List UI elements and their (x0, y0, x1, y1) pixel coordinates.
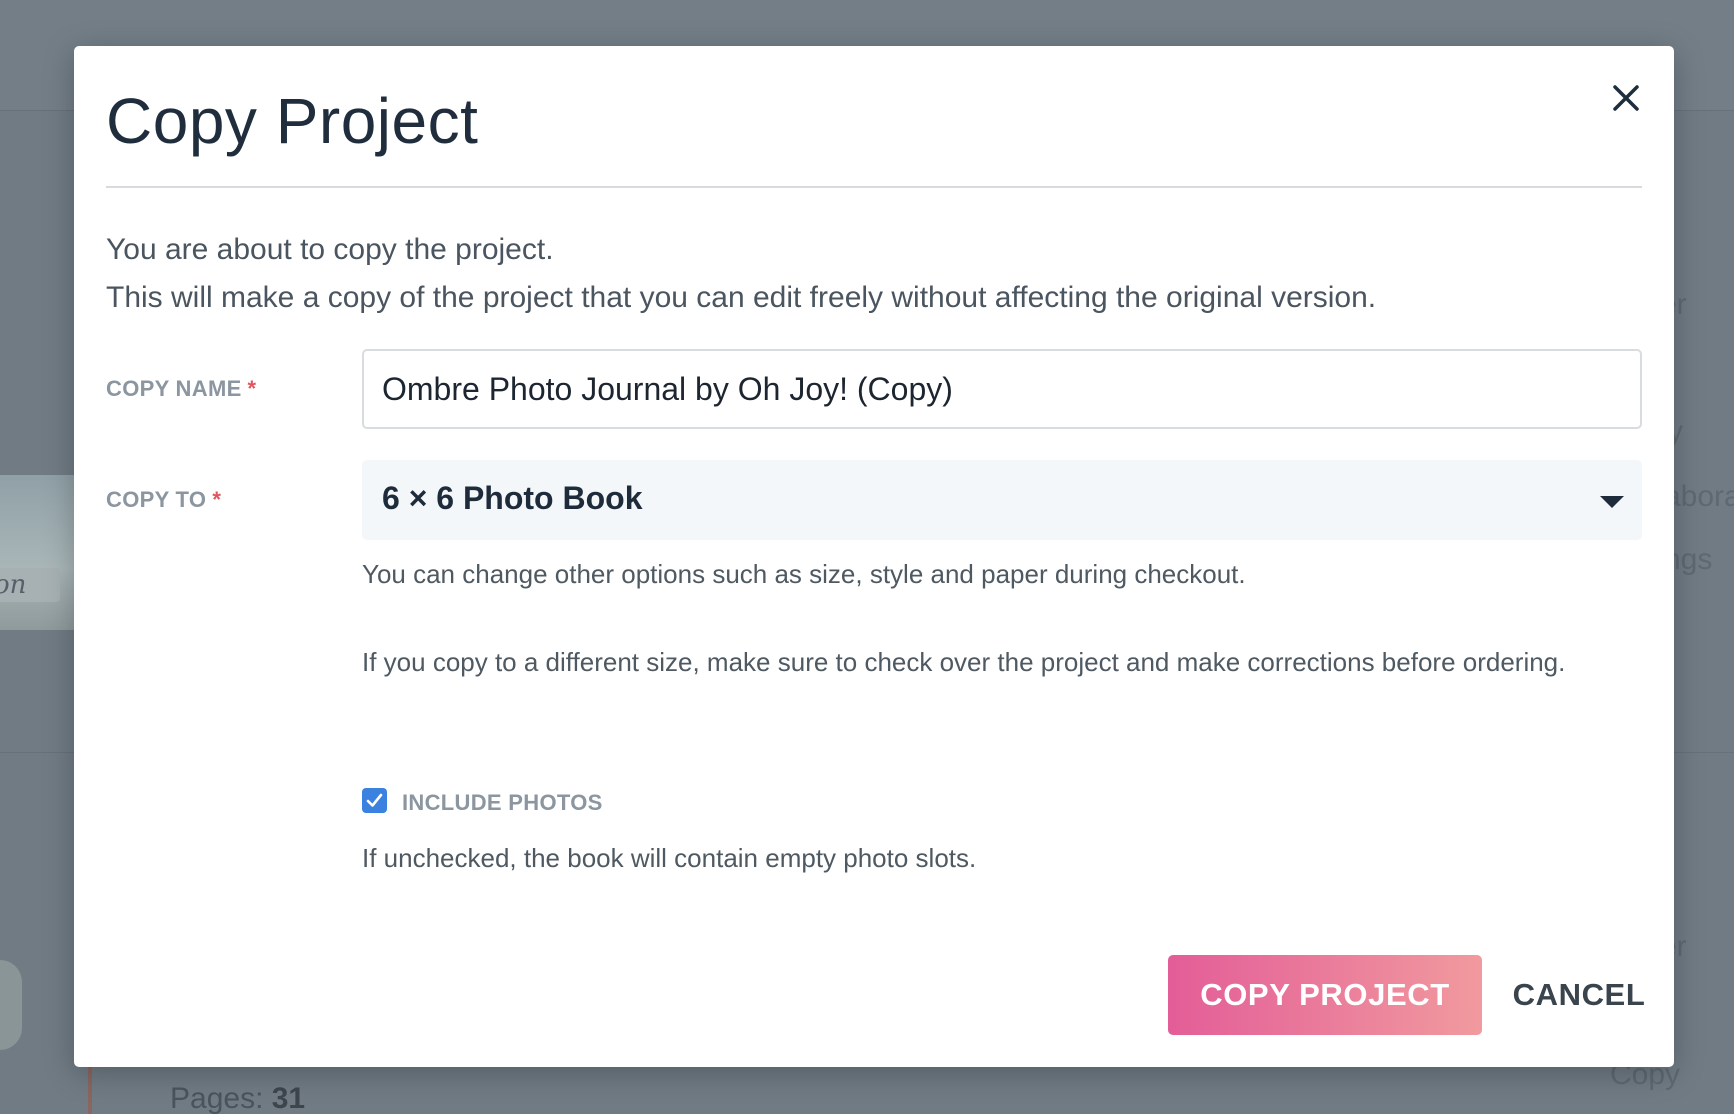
copy-name-label-text: COPY NAME (106, 376, 242, 401)
background-project-thumbnail (0, 475, 74, 630)
background-project-thumbnail-2 (0, 960, 22, 1050)
required-marker: * (247, 376, 257, 401)
close-button[interactable] (1604, 76, 1648, 120)
intro-line: This will make a copy of the project tha… (106, 281, 1377, 314)
background-accent-line (88, 1060, 92, 1114)
include-photos-label[interactable]: INCLUDE PHOTOS (402, 790, 603, 816)
intro-line: You are about to copy the project. (106, 233, 554, 266)
dialog-title: Copy Project (106, 85, 479, 157)
copy-to-select[interactable]: 6 × 6 Photo Book (362, 460, 1642, 540)
include-photos-checkbox[interactable] (362, 788, 387, 813)
copy-to-label-text: COPY TO (106, 487, 207, 512)
required-marker: * (212, 487, 222, 512)
include-photos-help-text: If unchecked, the book will contain empt… (362, 843, 977, 873)
background-pages-count: Pages: 31 (170, 1082, 305, 1114)
cancel-button[interactable]: CANCEL (1504, 955, 1654, 1035)
pages-value: 31 (271, 1082, 306, 1114)
copy-project-dialog: Copy Project You are about to copy the p… (74, 46, 1674, 1067)
background-menu-item: abora (1664, 480, 1734, 513)
header-divider (106, 186, 1642, 188)
copy-name-label: COPY NAME * (106, 376, 256, 402)
copy-name-input[interactable] (362, 349, 1642, 429)
copy-to-selected-value: 6 × 6 Photo Book (382, 480, 643, 516)
dialog-intro: You are about to copy the project. This … (106, 226, 1646, 322)
caret-down-icon (1600, 496, 1624, 508)
pages-label: Pages: (170, 1082, 264, 1114)
copy-to-label: COPY TO * (106, 487, 221, 513)
close-icon (1613, 85, 1639, 111)
options-help-text: You can change other options such as siz… (362, 559, 1246, 589)
size-help-text: If you copy to a different size, make su… (362, 647, 1566, 677)
background-thumbnail-label: on (0, 568, 60, 602)
copy-project-button[interactable]: COPY PROJECT (1168, 955, 1482, 1035)
checkmark-icon (366, 793, 383, 807)
